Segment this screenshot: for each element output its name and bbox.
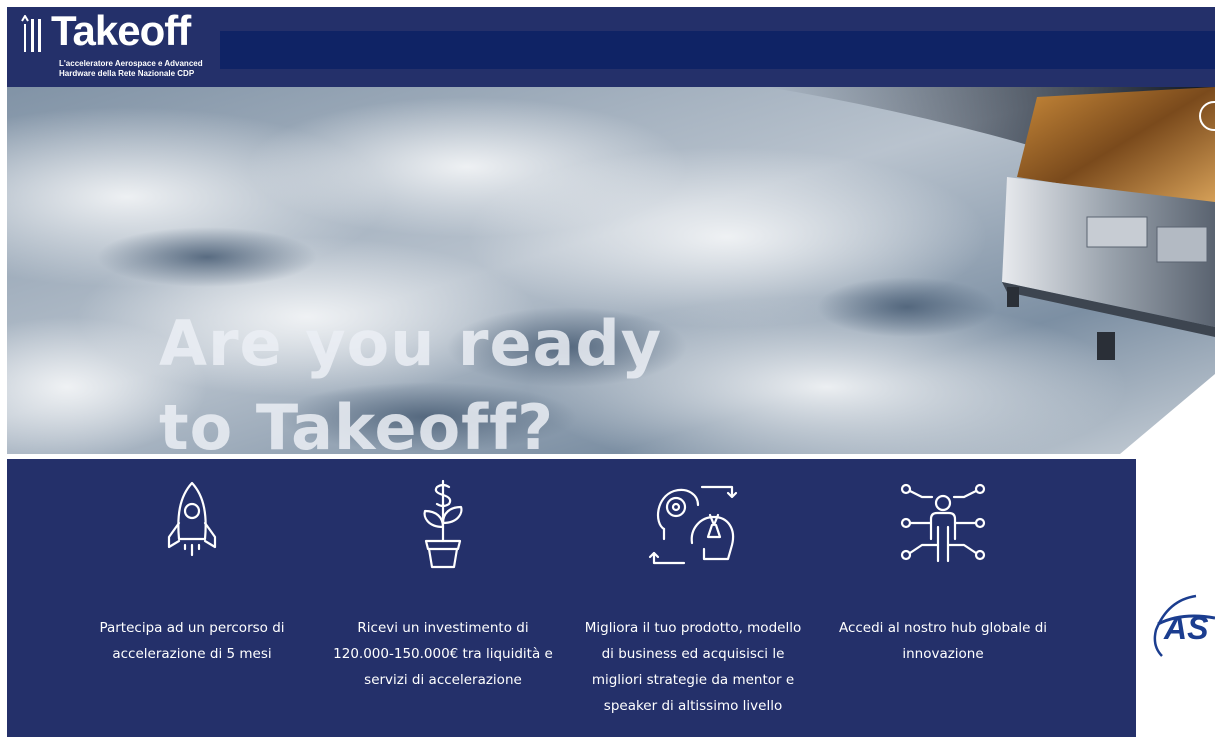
hero-headline-line1: Are you ready [159, 307, 663, 380]
hero-banner: Are you ready to Takeoff? [7, 87, 1215, 454]
hero-corner-cut [1120, 374, 1215, 454]
features-section: Partecipa ad un percorso di accelerazion… [7, 459, 1136, 737]
site-header: Takeoff L'acceleratore Aerospace e Advan… [7, 7, 1215, 87]
partner-logo-text: AS [1163, 610, 1209, 646]
logo-wordmark: Takeoff [51, 7, 191, 54]
logo-subtitle-line2: Hardware della Rete Nazionale CDP [59, 69, 195, 78]
partner-logo[interactable]: AS [1148, 590, 1215, 662]
logo-subtitle: L'acceleratore Aerospace e Advanced Hard… [59, 59, 219, 79]
main-navigation-bar[interactable] [220, 31, 1215, 69]
feature-text: Accedi al nostro hub globale di innovazi… [838, 620, 1048, 662]
feature-text: Partecipa ad un percorso di accelerazion… [99, 620, 285, 662]
logo-mark-icon [21, 15, 41, 52]
growth-mindset-icon [648, 485, 738, 565]
feature-text: Ricevi un investimento di 120.000-150.00… [333, 620, 553, 688]
takeoff-logo[interactable]: Takeoff L'acceleratore Aerospace e Advan… [17, 7, 219, 85]
money-plant-icon [423, 479, 463, 569]
logo-subtitle-line1: L'acceleratore Aerospace e Advanced [59, 59, 203, 68]
partner-logo-icon: AS [1153, 594, 1215, 657]
feature-text: Migliora il tuo prodotto, modello di bus… [584, 620, 802, 714]
hero-headline: Are you ready to Takeoff? [159, 302, 662, 454]
hero-headline-line2: to Takeoff? [159, 391, 555, 454]
rocket-icon [167, 481, 217, 557]
network-hub-icon [900, 483, 986, 563]
